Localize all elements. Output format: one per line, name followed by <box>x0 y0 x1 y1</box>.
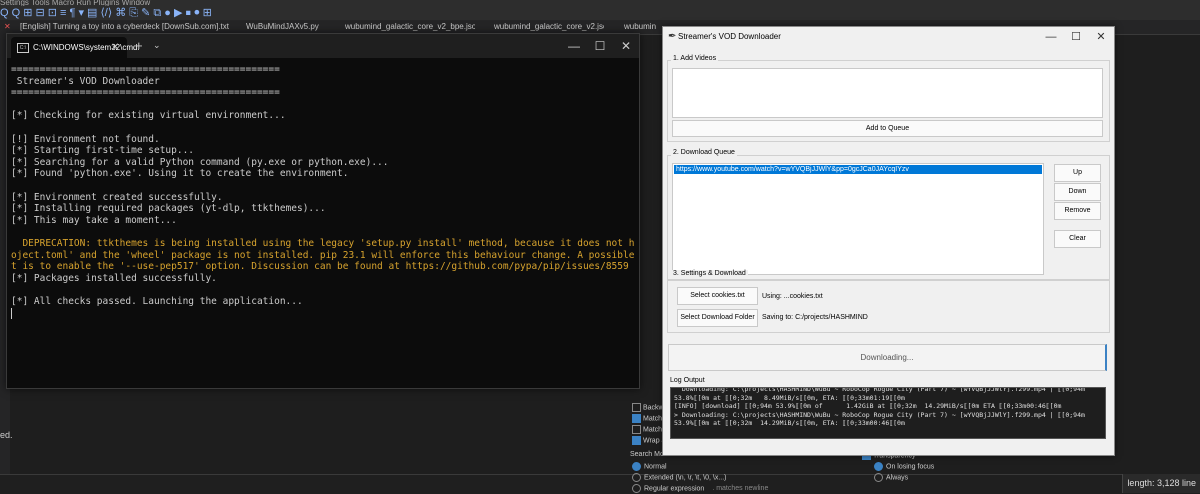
checkbox-checked-icon <box>632 436 641 445</box>
select-folder-button[interactable]: Select Download Folder <box>677 309 758 327</box>
radio-selected-icon <box>874 462 883 471</box>
terminal-icon: C:\ <box>17 43 29 53</box>
bg-tab-4[interactable]: wubumin <box>624 20 658 34</box>
maximize-button[interactable]: ☐ <box>587 36 613 56</box>
cmd-window[interactable]: C:\ C:\WINDOWS\system32\cmd. ✕ + ⌄ — ☐ ✕… <box>6 33 640 389</box>
terminal-line: [*] Installing required packages (yt-dlp… <box>11 203 326 215</box>
background-text: ed. <box>0 430 13 440</box>
log-line: [INFO] [download] ⟦[0;94m 53.9%⟦[0m of 1… <box>674 402 1062 410</box>
url-input[interactable] <box>672 68 1103 118</box>
checkbox-icon <box>632 425 641 434</box>
add-to-queue-button[interactable]: Add to Queue <box>672 120 1103 137</box>
select-cookies-button[interactable]: Select cookies.txt <box>677 287 758 305</box>
terminal-line: Streamer's VOD Downloader <box>11 75 160 87</box>
cmd-titlebar[interactable]: C:\ C:\WINDOWS\system32\cmd. ✕ + ⌄ — ☐ ✕ <box>7 34 639 58</box>
maximize-button[interactable]: ☐ <box>1063 29 1089 45</box>
matches-newline-option[interactable]: . matches newline <box>712 485 768 492</box>
terminal-cursor <box>11 307 12 319</box>
queue-list[interactable]: https://www.youtube.com/watch?v=wYVQBjJJ… <box>672 163 1044 275</box>
terminal-output[interactable]: ========================================… <box>11 60 635 384</box>
downloader-window[interactable]: ✒ Streamer's VOD Downloader — ☐ ✕ 1. Add… <box>662 26 1115 456</box>
terminal-line: [*] Packages installed successfully. <box>11 272 217 284</box>
minimize-button[interactable]: — <box>561 36 587 56</box>
down-button[interactable]: Down <box>1054 183 1101 201</box>
terminal-line: [*] Found 'python.exe'. Using it to crea… <box>11 168 349 180</box>
log-output[interactable]: Downloading: C:\projects\HASHMIND\WuBu ~… <box>670 387 1106 439</box>
bg-tab-3[interactable]: wubumind_galactic_core_v2.json <box>494 20 604 34</box>
close-icon[interactable]: ✕ <box>111 37 119 58</box>
transparency-on-losing-focus[interactable]: On losing focus <box>874 462 934 471</box>
background-toolbar: Q Q ⊞ ⊟ ⊡ ≡ ¶ ▾ ▤ ⟨/⟩ ⌘ ⎘ ✎ ⧉ ● ▶ ⏹ ⏺ ⊞ <box>0 6 1200 20</box>
terminal-line: [*] All checks passed. Launching the app… <box>11 296 303 307</box>
radio-icon <box>874 473 883 482</box>
save-path: Saving to: C:/projects/HASHMIND <box>762 314 868 321</box>
close-icon[interactable]: ✕ <box>4 20 10 34</box>
window-title: Streamer's VOD Downloader <box>678 32 781 41</box>
log-line: 53.9%⟦[0m at ⟦[0;32m 14.29MiB/s⟦[0m, ETA… <box>674 419 905 427</box>
checkbox-icon <box>632 403 641 412</box>
cmd-tab-title: C:\WINDOWS\system32\cmd. <box>33 43 140 52</box>
radio-selected-icon <box>632 462 641 471</box>
terminal-line: DEPRECATION: ttkthemes is being installe… <box>11 238 635 249</box>
log-line: 53.8%⟦[0m at ⟦[0;32m 8.49MiB/s⟦[0m, ETA:… <box>674 393 905 402</box>
close-button[interactable]: ✕ <box>613 36 639 56</box>
status-length: length: 3,128 line <box>1122 474 1200 493</box>
terminal-line: ========================================… <box>11 64 280 75</box>
bg-tab-1[interactable]: WuBuMindJAXv5.py <box>246 20 326 34</box>
new-tab-button[interactable]: + <box>135 38 143 53</box>
chevron-down-icon[interactable]: ⌄ <box>153 40 161 51</box>
terminal-line: [*] Starting first-time setup... <box>11 145 195 157</box>
radio-icon <box>632 473 641 482</box>
up-button[interactable]: Up <box>1054 164 1101 182</box>
settings-label: 3. Settings & Download <box>671 270 748 277</box>
close-button[interactable]: ✕ <box>1088 29 1114 45</box>
cookies-status: Using: ...cookies.txt <box>762 293 823 300</box>
cmd-tab[interactable]: C:\ C:\WINDOWS\system32\cmd. ✕ <box>11 37 140 58</box>
transparency-always[interactable]: Always <box>874 473 908 482</box>
download-button[interactable]: Downloading... <box>668 344 1107 371</box>
terminal-line: [*] This may take a moment... <box>11 214 177 226</box>
search-mode-extended[interactable]: Extended (\n, \r, \t, \0, \x...) <box>632 473 726 482</box>
background-statusbar <box>0 474 1200 494</box>
remove-button[interactable]: Remove <box>1054 202 1101 220</box>
find-checkbox-wrap[interactable]: Wrap a <box>632 436 665 445</box>
terminal-line: t is to enable the '--use-pep517' option… <box>11 261 629 273</box>
list-item[interactable]: https://www.youtube.com/watch?v=wYVQBjJJ… <box>674 165 1042 174</box>
clear-button[interactable]: Clear <box>1054 230 1101 248</box>
search-mode-normal[interactable]: Normal <box>632 462 667 471</box>
log-line: > Downloading: C:\projects\HASHMIND\WuBu… <box>674 410 1085 419</box>
add-videos-label: 1. Add Videos <box>671 55 719 62</box>
terminal-line: [*] Environment created successfully. <box>11 191 223 203</box>
downloader-titlebar[interactable]: ✒ Streamer's VOD Downloader — ☐ ✕ <box>663 27 1114 47</box>
terminal-line: [*] Checking for existing virtual enviro… <box>11 110 286 122</box>
radio-icon <box>632 484 641 493</box>
bg-tab-0[interactable]: [English] Turning a toy into a cyberdeck… <box>20 20 230 34</box>
terminal-line: ========================================… <box>11 87 280 99</box>
terminal-line: [!] Environment not found. <box>11 133 160 145</box>
terminal-line: [*] Searching for a valid Python command… <box>11 156 389 168</box>
bg-tab-2[interactable]: wubumind_galactic_core_v2_bpe.json <box>345 20 475 34</box>
minimize-button[interactable]: — <box>1038 29 1064 45</box>
download-queue-label: 2. Download Queue <box>671 149 737 156</box>
log-label: Log Output <box>670 377 705 384</box>
checkbox-checked-icon <box>632 414 641 423</box>
feather-icon: ✒ <box>668 31 677 42</box>
terminal-line: oject.toml' and the 'wheel' package is n… <box>11 249 635 261</box>
search-mode-regex[interactable]: Regular expression. matches newline <box>632 484 768 493</box>
